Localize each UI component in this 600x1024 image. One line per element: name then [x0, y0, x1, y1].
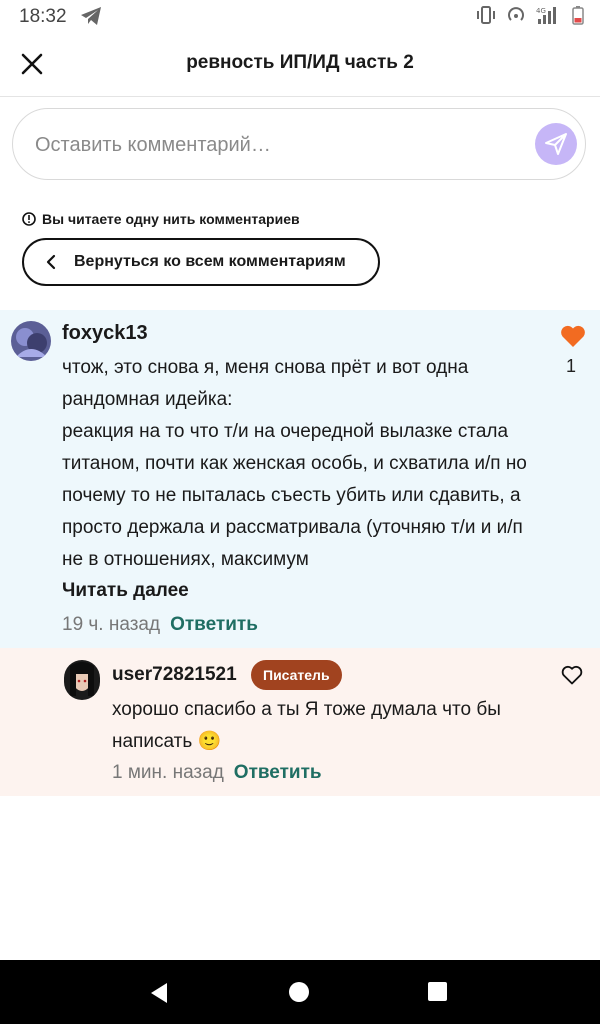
heart-icon — [561, 665, 583, 685]
reply-username[interactable]: user72821521 — [112, 664, 237, 686]
chevron-left-icon — [46, 254, 56, 270]
thread-notice-text: Вы читаете одну нить комментариев — [42, 211, 300, 227]
comment-meta: 19 ч. назад Ответить — [62, 614, 258, 636]
back-button-label: Вернуться ко всем комментариям — [74, 253, 346, 270]
heart-icon — [561, 325, 585, 347]
like-button[interactable] — [561, 665, 583, 685]
reply-text: хорошо спасибо а ты Я тоже думала что бы… — [112, 699, 501, 752]
avatar[interactable] — [11, 321, 51, 361]
status-icons: 4G — [476, 5, 584, 30]
status-bar: 18:32 4G — [0, 0, 600, 32]
thread-notice: Вы читаете одну нить комментариев — [22, 211, 300, 227]
battery-icon — [572, 5, 584, 30]
status-time: 18:32 — [19, 6, 67, 27]
like-count: 1 — [566, 356, 577, 376]
writer-badge: Писатель — [251, 660, 342, 690]
reply-button[interactable]: Ответить — [234, 762, 322, 784]
comment-input[interactable] — [33, 109, 517, 181]
comment-input-container — [12, 108, 586, 181]
system-navigation-bar — [0, 960, 600, 1024]
page-title: ревность ИП/ИД часть 2 — [186, 52, 414, 73]
comment: foxyck13 чтож, это снова я, меня снова п… — [0, 310, 600, 648]
avatar[interactable] — [64, 660, 100, 700]
reply-button[interactable]: Ответить — [170, 614, 258, 636]
back-to-all-comments-button[interactable]: Вернуться ко всем комментариям — [22, 238, 380, 286]
svg-text:4G: 4G — [536, 7, 546, 15]
top-app-bar: ревность ИП/ИД часть 2 — [0, 32, 600, 97]
comment-time: 19 ч. назад — [62, 614, 161, 635]
hotspot-icon — [506, 5, 526, 30]
read-more-link[interactable]: Читать далее — [62, 580, 189, 602]
reply-time: 1 мин. назад — [112, 762, 224, 783]
back-triangle-icon — [151, 983, 167, 1003]
signal-icon: 4G — [536, 5, 562, 30]
like-button[interactable] — [560, 324, 586, 348]
comment-text: чтож, это снова я, меня снова прёт и вот… — [62, 357, 527, 570]
info-icon — [22, 212, 36, 226]
send-icon — [545, 133, 567, 155]
nav-back-button[interactable] — [149, 982, 169, 1009]
comment-username[interactable]: foxyck13 — [62, 322, 148, 345]
vibrate-icon — [476, 5, 496, 30]
nav-home-button[interactable] — [289, 982, 309, 1002]
telegram-icon — [80, 6, 102, 31]
send-button[interactable] — [535, 123, 577, 165]
nav-recents-button[interactable] — [428, 982, 447, 1001]
reply-meta: 1 мин. назад Ответить — [112, 762, 322, 784]
reply-comment: user72821521 Писатель хорошо спасибо а т… — [0, 648, 600, 796]
